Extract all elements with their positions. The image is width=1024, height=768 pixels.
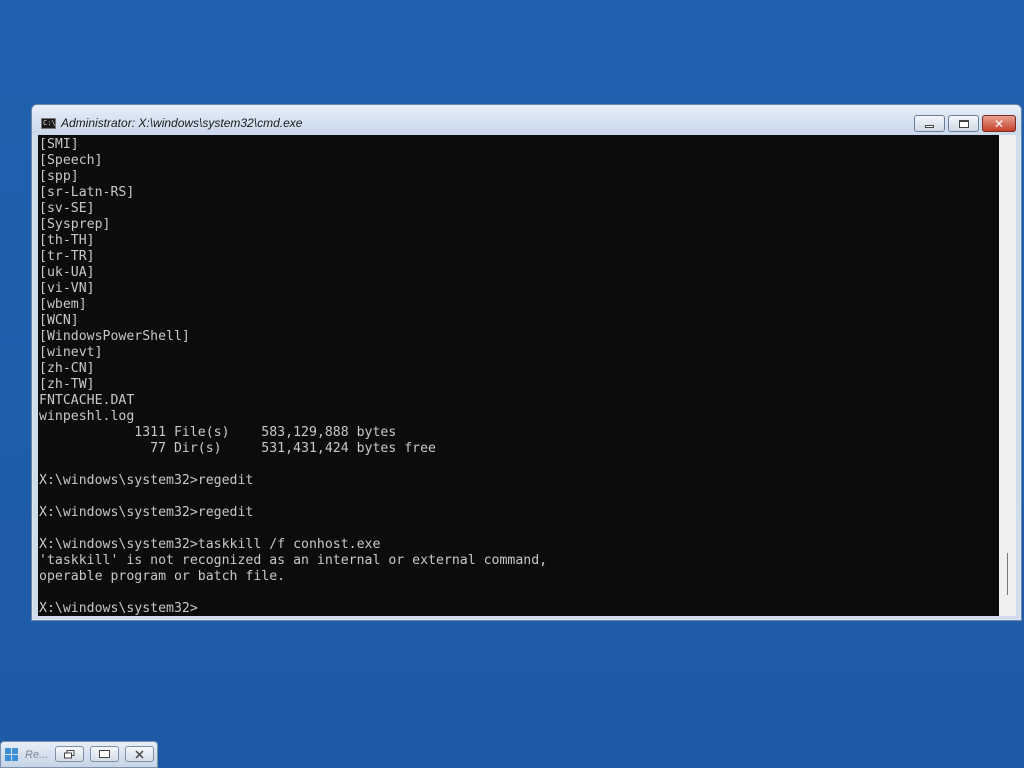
console-line: X:\windows\system32>regedit bbox=[39, 473, 254, 488]
console-line: X:\windows\system32> bbox=[39, 601, 198, 616]
console-line: X:\windows\system32>regedit bbox=[39, 505, 254, 520]
vertical-scrollbar[interactable] bbox=[999, 135, 1016, 616]
console-line: [WindowsPowerShell] bbox=[39, 329, 190, 344]
close-button[interactable]: ✕ bbox=[982, 115, 1016, 132]
cmd-icon: C:\ bbox=[41, 118, 56, 129]
console-line: [spp] bbox=[39, 169, 79, 184]
console-line: [Sysprep] bbox=[39, 217, 111, 232]
maximize-icon bbox=[958, 119, 969, 128]
maximize-button-minimized[interactable] bbox=[90, 746, 119, 762]
title-bar[interactable]: C:\ Administrator: X:\windows\system32\c… bbox=[32, 105, 1021, 135]
console-line: operable program or batch file. bbox=[39, 569, 286, 584]
console-line: [th-TH] bbox=[39, 233, 95, 248]
scrollbar-thumb[interactable] bbox=[1007, 553, 1008, 595]
minimize-button[interactable] bbox=[914, 115, 945, 132]
console-line: [SMI] bbox=[39, 137, 79, 152]
windows-setup-icon bbox=[5, 748, 18, 761]
minimized-window-label: Re... bbox=[25, 749, 49, 761]
console-line: [zh-CN] bbox=[39, 361, 95, 376]
console-line: [winevt] bbox=[39, 345, 103, 360]
restore-icon bbox=[64, 749, 75, 758]
minimized-window-tab[interactable]: Re... bbox=[0, 741, 158, 768]
console-line: winpeshl.log bbox=[39, 409, 135, 424]
close-icon bbox=[135, 749, 144, 759]
console-line: [sr-Latn-RS] bbox=[39, 185, 135, 200]
console-line: [Speech] bbox=[39, 153, 103, 168]
maximize-icon bbox=[99, 750, 110, 758]
console-line: FNTCACHE.DAT bbox=[39, 393, 135, 408]
console-line: [sv-SE] bbox=[39, 201, 95, 216]
console-line: 1311 File(s) 583,129,888 bytes bbox=[39, 425, 397, 440]
console-line: [WCN] bbox=[39, 313, 79, 328]
console-line: [vi-VN] bbox=[39, 281, 95, 296]
console-line: [uk-UA] bbox=[39, 265, 95, 280]
console-line: [wbem] bbox=[39, 297, 87, 312]
close-button-minimized[interactable] bbox=[125, 746, 154, 762]
console-output[interactable]: [SMI] [Speech] [spp] [sr-Latn-RS] [sv-SE] [Sy… bbox=[38, 135, 999, 616]
console-text: [SMI] [Speech] [spp] [sr-Latn-RS] [sv-SE] [Sy… bbox=[39, 137, 547, 616]
console-line: 'taskkill' is not recognized as an inter… bbox=[39, 553, 548, 568]
minimize-icon bbox=[925, 124, 934, 128]
console-line: [zh-TW] bbox=[39, 377, 95, 392]
close-icon: ✕ bbox=[993, 116, 1005, 131]
console-line: X:\windows\system32>taskkill /f conhost.… bbox=[39, 537, 381, 552]
maximize-button[interactable] bbox=[948, 115, 979, 132]
cmd-window[interactable]: C:\ Administrator: X:\windows\system32\c… bbox=[31, 104, 1022, 621]
console-line: [tr-TR] bbox=[39, 249, 95, 264]
restore-button[interactable] bbox=[55, 746, 84, 762]
window-title: Administrator: X:\windows\system32\cmd.e… bbox=[61, 116, 303, 130]
console-line: 77 Dir(s) 531,431,424 bytes free bbox=[39, 441, 436, 456]
